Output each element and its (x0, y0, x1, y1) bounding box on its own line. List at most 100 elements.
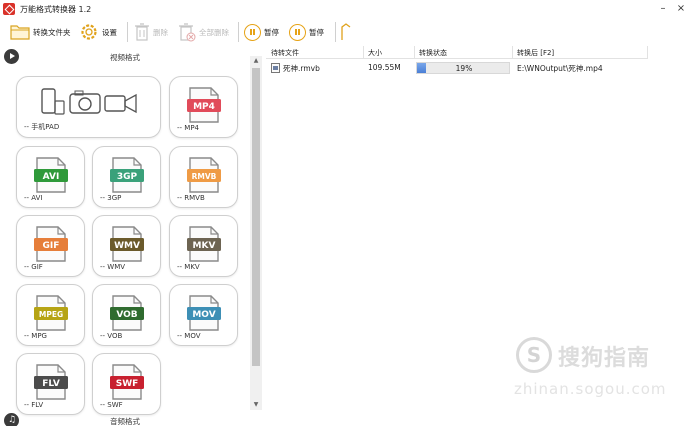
window-title: 万能格式转换器 1.2 (20, 5, 92, 14)
file-name: 死神.rmvb (283, 64, 320, 73)
scroll-thumb[interactable] (252, 68, 260, 366)
delete-label: 删除 (153, 27, 168, 37)
watermark-letter: S (526, 343, 542, 367)
format-badge-label: RMVB (192, 172, 217, 181)
delete-all-label: 全部删除 (199, 27, 229, 37)
video-section-title: 视频格式 (110, 53, 140, 62)
format-badge-label: WMV (114, 241, 140, 251)
format-tile-rmvb[interactable]: RMVB -- RMVB (169, 146, 238, 208)
format-badge-label: VOB (116, 310, 137, 320)
column-header-status[interactable]: 转换状态 (419, 48, 447, 58)
title-bar: 万能格式转换器 1.2 – × (0, 0, 692, 18)
delete-all-button[interactable]: 全部删除 (178, 20, 229, 44)
file-format-icon: AVI (34, 157, 68, 193)
format-tile-avi[interactable]: AVI -- AVI (16, 146, 85, 208)
format-tile-mov[interactable]: MOV -- MOV (169, 284, 238, 346)
gear-icon (81, 24, 97, 40)
file-format-icon: 3GP (110, 157, 144, 193)
pause-icon (244, 23, 261, 41)
format-tile-phone-pad[interactable]: -- 手机PAD (16, 76, 161, 138)
format-tile-gif[interactable]: GIF -- GIF (16, 215, 85, 277)
format-caption: -- WMV (100, 263, 126, 271)
format-tile-flv[interactable]: FLV -- FLV (16, 353, 85, 415)
watermark-url: zhinan.sogou.com (514, 380, 667, 398)
more-button[interactable] (340, 20, 352, 44)
format-caption: -- MP4 (177, 124, 199, 132)
format-tile-mpg[interactable]: MPEG -- MPG (16, 284, 85, 346)
column-divider[interactable] (363, 46, 364, 59)
pause-icon (289, 23, 306, 41)
audio-section-header[interactable]: ♫ 音频格式 (0, 412, 250, 426)
column-divider[interactable] (647, 46, 648, 59)
format-tile-swf[interactable]: SWF -- SWF (92, 353, 161, 415)
toolbar-divider (335, 22, 336, 42)
format-badge-label: SWF (116, 379, 139, 389)
format-scrollbar[interactable]: ▲ ▼ (250, 56, 262, 410)
convert-folder-label: 转换文件夹 (33, 27, 71, 37)
delete-button[interactable]: 删除 (134, 20, 168, 44)
watermark-text: 搜狗指南 (558, 346, 651, 371)
format-caption: -- 3GP (100, 194, 122, 202)
convert-folder-button[interactable]: 转换文件夹 (10, 20, 71, 44)
format-caption: -- GIF (24, 263, 43, 271)
trash-icon (135, 23, 149, 41)
file-format-icon: WMV (110, 226, 144, 262)
format-caption: -- MKV (177, 263, 200, 271)
format-caption: -- MOV (177, 332, 201, 340)
column-header-size[interactable]: 大小 (368, 48, 382, 58)
settings-button[interactable]: 设置 (79, 20, 117, 44)
progress-percent: 19% (455, 64, 473, 73)
format-tile-3gp[interactable]: 3GP -- 3GP (92, 146, 161, 208)
scroll-up-arrow-icon[interactable]: ▲ (250, 56, 262, 66)
column-divider[interactable] (512, 46, 513, 59)
video-section-header[interactable]: 视频格式 (0, 48, 250, 66)
format-tile-mkv[interactable]: MKV -- MKV (169, 215, 238, 277)
pause-label: 暂停 (264, 27, 279, 37)
file-format-icon: GIF (34, 226, 68, 262)
toolbar-divider (238, 22, 239, 42)
format-badge-label: AVI (43, 172, 60, 182)
pause-button[interactable]: 暂停 (244, 20, 279, 44)
file-format-icon: FLV (34, 364, 68, 400)
file-list-header: 待转文件 大小 转换状态 转换后 [F2] (266, 46, 648, 59)
format-tile-vob[interactable]: VOB -- VOB (92, 284, 161, 346)
format-badge-label: MKV (193, 241, 216, 251)
table-row[interactable]: 死神.rmvb 109.55M 19% E:\WNOutput\死神.mp4 (266, 61, 648, 75)
toolbar: 转换文件夹 设置 删除 全部删除 暂停 暂停 (0, 18, 692, 46)
format-badge-label: GIF (43, 241, 60, 251)
format-badge-label: MOV (192, 310, 215, 320)
video-file-icon (271, 63, 280, 73)
minimize-button[interactable]: – (656, 2, 670, 16)
format-tile-wmv[interactable]: WMV -- WMV (92, 215, 161, 277)
format-badge-label: MPEG (39, 310, 63, 319)
file-format-icon: MPEG (34, 295, 68, 331)
column-divider[interactable] (414, 46, 415, 59)
file-size: 109.55M (368, 63, 401, 72)
format-badge-label: FLV (42, 379, 60, 389)
folder-icon (10, 25, 30, 40)
format-caption: -- 手机PAD (24, 123, 60, 131)
format-badge-label: MP4 (193, 102, 215, 112)
format-caption: -- FLV (24, 401, 44, 409)
device-camera-icon (41, 88, 137, 115)
stop-label: 暂停 (309, 27, 324, 37)
column-header-output[interactable]: 转换后 [F2] (517, 48, 554, 58)
trash-all-icon (179, 23, 196, 42)
output-path: E:\WNOutput\死神.mp4 (517, 64, 603, 73)
close-button[interactable]: × (674, 2, 688, 16)
file-format-icon: MKV (187, 226, 221, 262)
file-format-icon: MP4 (187, 87, 221, 123)
toolbar-divider (127, 22, 128, 42)
format-tile-mp4[interactable]: MP4 -- MP4 (169, 76, 238, 138)
file-format-icon: SWF (110, 364, 144, 400)
stop-button[interactable]: 暂停 (289, 20, 324, 44)
audio-section-title: 音频格式 (110, 417, 140, 426)
conversion-progress-bar: 19% (416, 62, 510, 74)
format-caption: -- VOB (100, 332, 123, 340)
file-format-icon: VOB (110, 295, 144, 331)
column-header-source[interactable]: 待转文件 (271, 48, 299, 58)
format-caption: -- SWF (100, 401, 123, 409)
settings-label: 设置 (102, 27, 117, 37)
scroll-down-arrow-icon[interactable]: ▼ (250, 400, 262, 410)
file-format-icon: RMVB (187, 157, 221, 193)
